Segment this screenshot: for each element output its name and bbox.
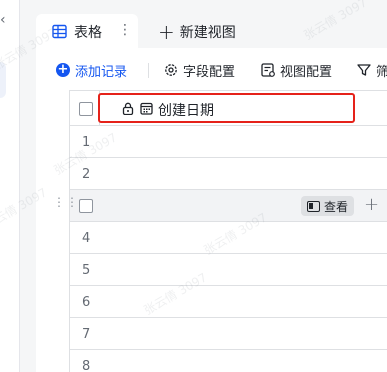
row-number: 4: [82, 231, 91, 246]
more-vertical-icon[interactable]: ⋮: [118, 22, 132, 40]
filter-button[interactable]: 筛: [356, 60, 387, 80]
row-checkbox[interactable]: [79, 199, 93, 213]
table-row[interactable]: 8: [70, 350, 387, 372]
add-row-plus-icon[interactable]: +: [364, 194, 379, 215]
field-config-label: 字段配置: [183, 64, 236, 80]
plus-icon: +: [158, 20, 175, 44]
row-number: 5: [82, 263, 91, 278]
drag-handle-icon[interactable]: ⋮⋮: [53, 196, 78, 213]
view-config-button[interactable]: 视图配置: [260, 60, 332, 80]
view-tabbar: 表格 ⋮ + 新建视图: [20, 0, 387, 48]
row-number: 2: [82, 167, 91, 182]
row-number: 7: [82, 327, 91, 342]
field-config-button[interactable]: 字段配置: [163, 60, 235, 80]
add-record-button[interactable]: + 添加记录: [56, 60, 127, 80]
add-circle-icon: +: [56, 62, 70, 77]
table-header: 创建日期: [70, 90, 387, 126]
table-toolbar: + 添加记录 字段配置 视图配置 筛: [36, 48, 387, 90]
new-view-label: 新建视图: [179, 25, 236, 41]
table-row[interactable]: 5: [70, 254, 387, 286]
table-grid-icon: [52, 24, 67, 39]
tab-table[interactable]: 表格 ⋮: [36, 14, 138, 48]
highlight-box: [98, 93, 355, 123]
view-pane: 表格 ⋮ + 新建视图 + 添加记录 字段配置 视图配置 筛 创建日期 1 2 …: [20, 0, 387, 372]
tab-table-label: 表格: [74, 25, 102, 41]
filter-icon: [357, 64, 371, 76]
collapse-sidebar-icon[interactable]: ‹: [0, 10, 12, 30]
table-row[interactable]: 2: [70, 158, 387, 190]
view-record-label: 查看: [324, 199, 349, 214]
toolbar-divider: [148, 63, 149, 78]
view-record-button[interactable]: 查看: [301, 196, 355, 216]
filter-label: 筛: [376, 64, 387, 80]
select-all-checkbox[interactable]: [79, 102, 93, 116]
row-number: 6: [82, 295, 91, 310]
calendar-icon: [140, 102, 153, 115]
expand-record-icon: [307, 200, 320, 212]
table-row[interactable]: 7: [70, 318, 387, 350]
column-name-created-date: 创建日期: [158, 103, 214, 119]
table-row-hovered[interactable]: ⋮⋮ 查看 +: [53, 190, 387, 222]
new-view-button[interactable]: + 新建视图: [158, 22, 236, 42]
data-table: 创建日期 1 2 ⋮⋮ 查看 + 4 5 6 7 8: [53, 90, 387, 372]
sidebar-active-indicator: [0, 62, 6, 98]
view-settings-icon: [261, 63, 275, 77]
row-number: 8: [82, 359, 91, 372]
view-config-label: 视图配置: [280, 64, 333, 80]
gear-icon: [165, 64, 177, 76]
lock-icon: [122, 102, 134, 115]
table-row[interactable]: 1: [70, 126, 387, 158]
left-sidebar: ‹: [0, 0, 20, 372]
table-view: + 添加记录 字段配置 视图配置 筛 创建日期 1 2 ⋮⋮ 查看 + 4 5 …: [36, 48, 387, 372]
row-number: 1: [82, 135, 91, 150]
table-row[interactable]: 6: [70, 286, 387, 318]
add-record-label: 添加记录: [75, 64, 128, 80]
table-row[interactable]: 4: [70, 222, 387, 254]
